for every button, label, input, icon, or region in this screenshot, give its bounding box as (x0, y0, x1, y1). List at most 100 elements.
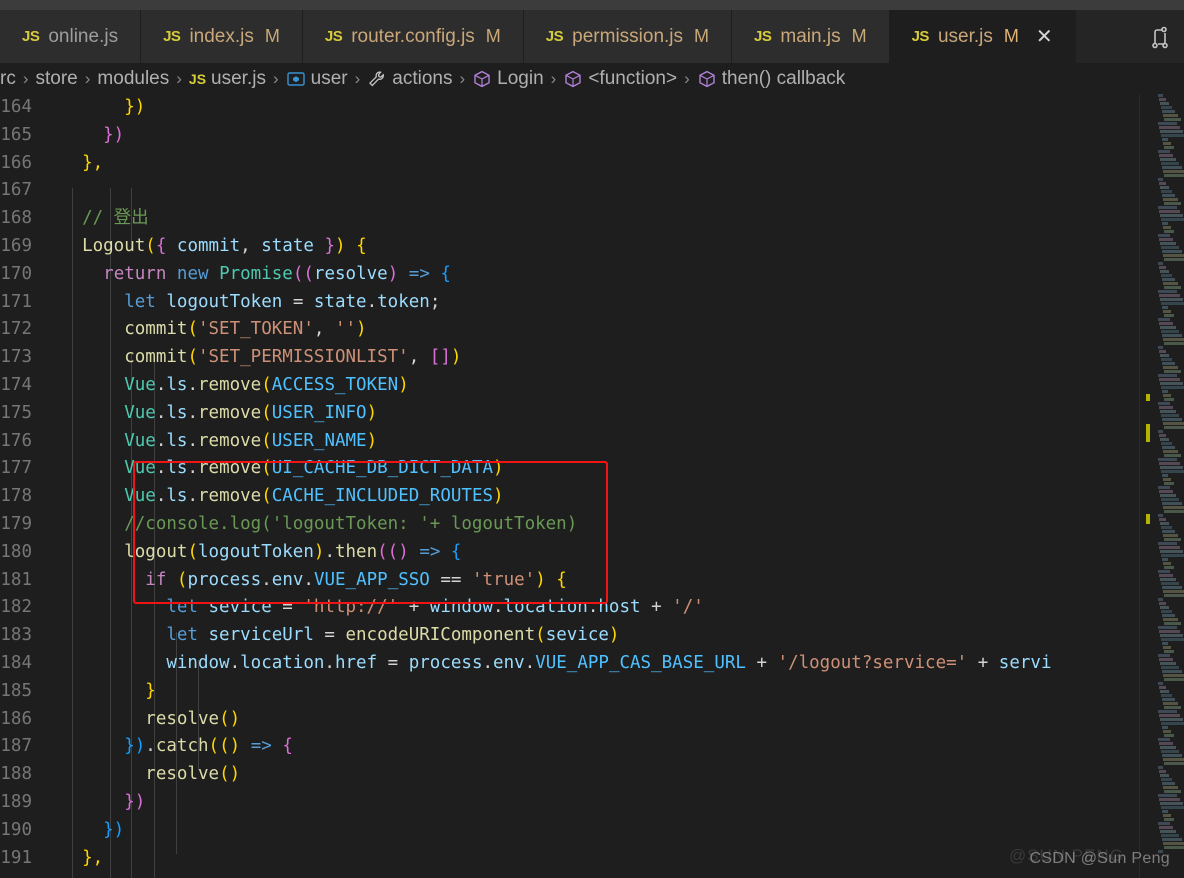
code-token: window (166, 652, 230, 673)
breadcrumb-item-function[interactable]: <function> (563, 68, 677, 90)
tab-label: index.js (189, 25, 254, 47)
minimap-line (1161, 302, 1184, 305)
code-content[interactable]: resolve() (44, 706, 1150, 734)
js-file-icon: JS (911, 28, 930, 45)
code-content[interactable]: }) (44, 94, 1150, 122)
code-line[interactable]: 185 } (0, 678, 1150, 706)
code-line[interactable]: 173 commit('SET_PERMISSIONLIST', []) (0, 344, 1150, 372)
code-content[interactable]: //console.log('logoutToken: '+ logoutTok… (44, 511, 1150, 539)
breadcrumb[interactable]: rc › store › modules › JS user.js › user › actions ›… (0, 63, 1184, 94)
minimap-line (1159, 574, 1173, 577)
breadcrumb-item-modules[interactable]: modules (97, 68, 169, 90)
code-lines[interactable]: 164 }) 165 }) 166 }, 167 168 // 登出 169 Logout… (0, 94, 1150, 872)
code-line[interactable]: 172 commit('SET_TOKEN', '') (0, 316, 1150, 344)
code-line[interactable]: 182 let sevice = 'http://' + window.loca… (0, 594, 1150, 622)
code-content[interactable]: let serviceUrl = encodeURIComponent(sevi… (44, 622, 1150, 650)
code-token: + (745, 652, 778, 673)
code-line[interactable]: 178 Vue.ls.remove(CACHE_INCLUDED_ROUTES) (0, 483, 1150, 511)
code-line[interactable]: 189 }) (0, 789, 1150, 817)
code-content[interactable]: commit('SET_PERMISSIONLIST', []) (44, 344, 1150, 372)
code-token: ( (261, 486, 272, 507)
code-content[interactable]: }) (44, 789, 1150, 817)
code-editor[interactable]: 164 }) 165 }) 166 }, 167 168 // 登出 169 Logout… (0, 94, 1184, 878)
code-token: // 登出 (61, 208, 149, 229)
code-content[interactable]: }) (44, 817, 1150, 845)
editor-tab-online-js[interactable]: JS online.js (0, 10, 142, 63)
breadcrumb-item-store[interactable]: store (36, 68, 78, 90)
code-line[interactable]: 186 resolve() (0, 706, 1150, 734)
editor-tab-permission-js[interactable]: JS permission.js M (523, 10, 733, 63)
breadcrumb-item-actions[interactable]: actions (367, 68, 452, 90)
tab-modified-badge: M (485, 26, 501, 46)
breadcrumb-item-userjs[interactable]: JS user.js (189, 68, 266, 90)
code-content[interactable]: Vue.ls.remove(USER_INFO) (44, 400, 1150, 428)
code-line[interactable]: 184 window.location.href = process.env.V… (0, 650, 1150, 678)
breadcrumb-item-login[interactable]: Login (472, 68, 544, 90)
code-content[interactable]: let logoutToken = state.token; (44, 289, 1150, 317)
code-line[interactable]: 188 resolve() (0, 761, 1150, 789)
code-line[interactable]: 181 if (process.env.VUE_APP_SSO == 'true… (0, 567, 1150, 595)
code-content[interactable]: }, (44, 150, 1150, 178)
code-content[interactable]: if (process.env.VUE_APP_SSO == 'true') { (44, 567, 1150, 595)
code-line[interactable]: 165 }) (0, 122, 1150, 150)
code-line[interactable]: 166 }, (0, 150, 1150, 178)
code-content[interactable]: return new Promise((resolve) => { (44, 261, 1150, 289)
code-content[interactable]: }) (44, 122, 1150, 150)
code-line[interactable]: 180 logout(logoutToken).then(() => { (0, 539, 1150, 567)
code-token: => (408, 263, 430, 284)
code-line[interactable]: 179 //console.log('logoutToken: '+ logou… (0, 511, 1150, 539)
editor-tab-index-js[interactable]: JS index.js M (141, 10, 303, 63)
code-content[interactable]: Vue.ls.remove(UI_CACHE_DB_DICT_DATA) (44, 455, 1150, 483)
code-line[interactable]: 167 (0, 177, 1150, 205)
minimap-line (1160, 802, 1183, 805)
code-line[interactable]: 175 Vue.ls.remove(USER_INFO) (0, 400, 1150, 428)
minimap-line (1159, 742, 1173, 745)
editor-tab-main-js[interactable]: JS main.js M (732, 10, 890, 63)
code-line[interactable]: 168 // 登出 (0, 205, 1150, 233)
minimap-line (1159, 462, 1180, 465)
code-content[interactable]: Logout({ commit, state }) { (44, 233, 1150, 261)
minimap-line (1158, 430, 1163, 433)
code-content[interactable]: Vue.ls.remove(CACHE_INCLUDED_ROUTES) (44, 483, 1150, 511)
js-file-icon: JS (22, 28, 40, 45)
editor-actions[interactable] (1136, 10, 1184, 63)
code-line[interactable]: 170 return new Promise((resolve) => { (0, 261, 1150, 289)
code-content[interactable]: }, (44, 845, 1150, 873)
code-line[interactable]: 177 Vue.ls.remove(UI_CACHE_DB_DICT_DATA) (0, 455, 1150, 483)
code-content[interactable]: commit('SET_TOKEN', '') (44, 316, 1150, 344)
code-line[interactable]: 171 let logoutToken = state.token; (0, 289, 1150, 317)
code-token: }) (61, 124, 125, 145)
code-token: { (345, 235, 367, 256)
code-line[interactable]: 176 Vue.ls.remove(USER_NAME) (0, 428, 1150, 456)
breadcrumb-item-user[interactable]: user (286, 68, 348, 90)
editor-tab-router-config-js[interactable]: JS router.config.js M (302, 10, 524, 63)
code-content[interactable]: } (44, 678, 1150, 706)
code-content[interactable]: // 登出 (44, 205, 1150, 233)
breadcrumb-item-thencallback[interactable]: then() callback (697, 68, 845, 90)
code-content[interactable]: Vue.ls.remove(USER_NAME) (44, 428, 1150, 456)
code-content[interactable]: }).catch(() => { (44, 733, 1150, 761)
breadcrumb-item-rc[interactable]: rc (0, 68, 16, 90)
code-line[interactable]: 183 let serviceUrl = encodeURIComponent(… (0, 622, 1150, 650)
code-line[interactable]: 169 Logout({ commit, state }) { (0, 233, 1150, 261)
minimap[interactable] (1140, 94, 1184, 878)
code-line[interactable]: 174 Vue.ls.remove(ACCESS_TOKEN) (0, 372, 1150, 400)
code-content[interactable] (44, 177, 1150, 205)
code-line[interactable]: 190 }) (0, 817, 1150, 845)
code-content[interactable]: logout(logoutToken).then(() => { (44, 539, 1150, 567)
code-token: Vue (124, 430, 156, 451)
editor-tab-user-js[interactable]: JS user.js M ✕ (889, 10, 1076, 63)
code-content[interactable]: let sevice = 'http://' + window.location… (44, 594, 1150, 622)
line-number: 180 (0, 541, 32, 562)
code-line[interactable]: 164 }) (0, 94, 1150, 122)
close-icon[interactable]: ✕ (1036, 27, 1053, 47)
code-content[interactable]: window.location.href = process.env.VUE_A… (44, 650, 1150, 678)
minimap-line (1160, 214, 1183, 217)
code-line[interactable]: 191 }, (0, 845, 1150, 873)
code-content[interactable]: resolve() (44, 761, 1150, 789)
code-line[interactable]: 187 }).catch(() => { (0, 733, 1150, 761)
split-editor-icon[interactable] (1148, 25, 1172, 49)
code-content[interactable]: Vue.ls.remove(ACCESS_TOKEN) (44, 372, 1150, 400)
